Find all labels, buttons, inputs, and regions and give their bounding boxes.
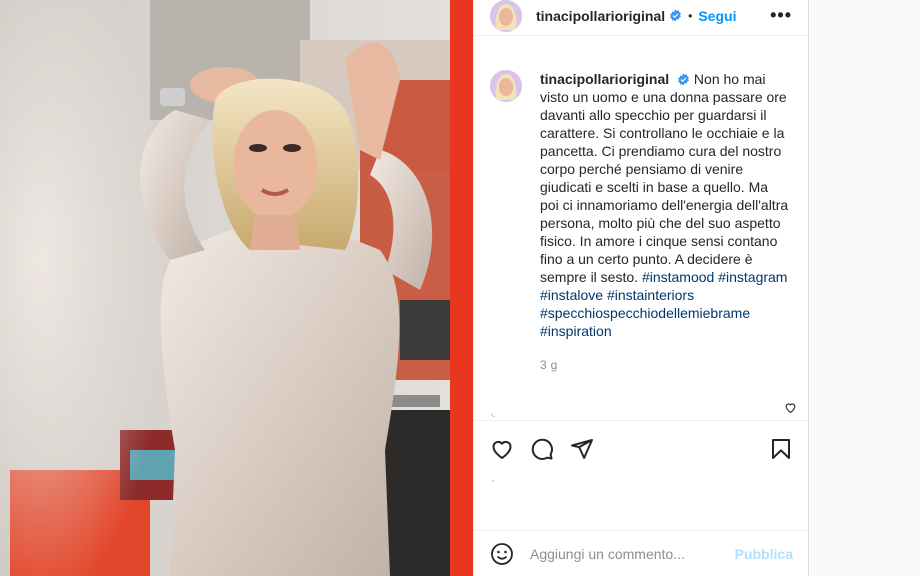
comment-bar: Pubblica	[474, 530, 809, 576]
action-bar	[474, 420, 809, 476]
comment-like-heart-icon[interactable]	[784, 401, 797, 414]
verified-badge-icon	[678, 73, 689, 86]
username[interactable]: tinacipollarioriginal	[536, 8, 665, 24]
comment-bubble-icon[interactable]	[530, 437, 554, 461]
hashtag-link[interactable]: #specchiospecchiodellemiebrame	[540, 305, 750, 321]
loading-indicator: ◟	[491, 408, 495, 419]
caption: tinacipollarioriginal Non ho mai visto u…	[540, 70, 790, 374]
avatar-image	[490, 70, 522, 102]
post-photo[interactable]	[0, 0, 473, 576]
post-image	[0, 0, 473, 576]
comment-input[interactable]	[530, 545, 735, 562]
heart-icon[interactable]	[490, 437, 514, 461]
post-side-panel: tinacipollarioriginal • Segui ••• tinaci…	[473, 0, 809, 576]
hashtag-link[interactable]: #instainteriors	[607, 287, 694, 303]
caption-username[interactable]: tinacipollarioriginal	[540, 71, 669, 87]
hashtag-link[interactable]: #instagram	[718, 269, 787, 285]
hashtag-link[interactable]: #inspiration	[540, 323, 612, 339]
paper-plane-icon[interactable]	[570, 437, 594, 461]
hashtag-link[interactable]: #instalove	[540, 287, 603, 303]
post-header: tinacipollarioriginal • Segui •••	[474, 0, 808, 36]
separator-dot: •	[688, 8, 693, 23]
caption-avatar[interactable]	[490, 70, 522, 102]
caption-area: tinacipollarioriginal Non ho mai visto u…	[474, 46, 809, 416]
avatar[interactable]	[490, 0, 522, 32]
more-options-icon[interactable]: •••	[770, 5, 792, 26]
likes-line: ·	[491, 475, 495, 487]
follow-button[interactable]: Segui	[698, 8, 736, 24]
caption-body: Non ho mai visto un uomo e una donna pas…	[540, 71, 789, 285]
page-background	[808, 0, 920, 576]
verified-badge-icon	[670, 9, 682, 22]
avatar-image	[490, 0, 522, 32]
hashtag-link[interactable]: #instamood	[642, 269, 714, 285]
publish-button[interactable]: Pubblica	[735, 546, 793, 562]
post-age[interactable]: 3 g	[540, 356, 790, 374]
bookmark-icon[interactable]	[769, 437, 793, 461]
smiley-icon[interactable]	[490, 542, 514, 566]
